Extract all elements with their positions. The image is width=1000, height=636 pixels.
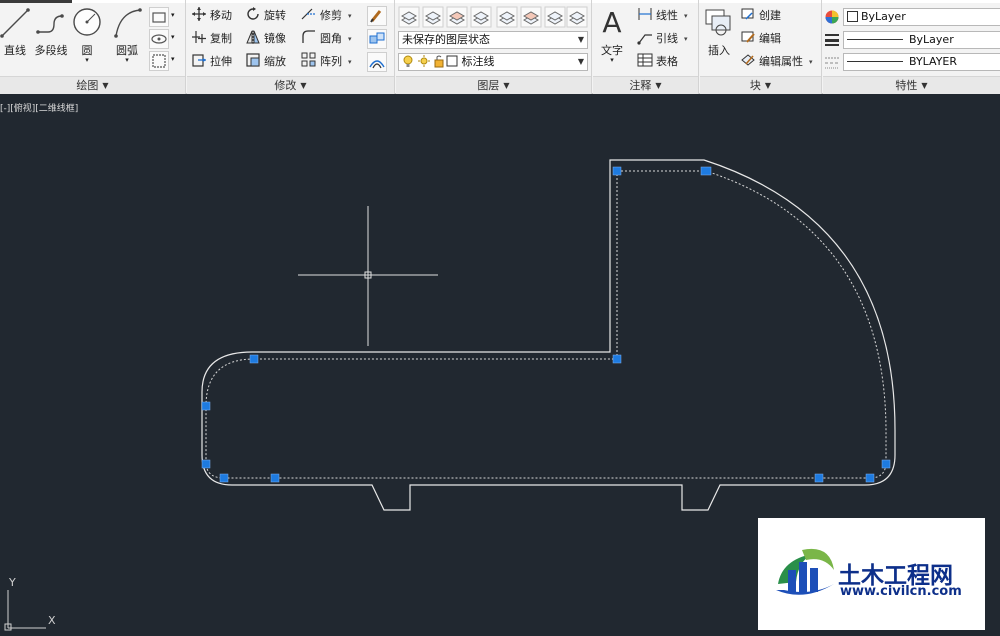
watermark-url: www.civilcn.com <box>840 584 962 599</box>
grip-handle[interactable] <box>700 166 712 176</box>
ucs-y-label: Y <box>9 576 16 589</box>
watermark-logo: 土木工程网 www.civilcn.com <box>758 518 985 630</box>
selection-dashed-path <box>205 170 887 479</box>
grip-handle[interactable] <box>201 459 211 469</box>
grip-handle[interactable] <box>612 354 622 364</box>
crosshair-cursor <box>298 206 438 346</box>
ucs-icon <box>4 590 46 631</box>
grip-handle[interactable] <box>881 459 891 469</box>
grip-handle[interactable] <box>270 473 280 483</box>
selected-polyline-outline[interactable] <box>201 159 896 511</box>
grip-handle[interactable] <box>612 166 622 176</box>
grip-handle[interactable] <box>249 354 259 364</box>
grip-handle[interactable] <box>865 473 875 483</box>
grip-handle[interactable] <box>201 401 211 411</box>
grip-handle[interactable] <box>219 473 229 483</box>
ucs-x-label: X <box>48 614 56 627</box>
civilcn-logo-icon <box>776 548 834 595</box>
grip-handle[interactable] <box>814 473 824 483</box>
